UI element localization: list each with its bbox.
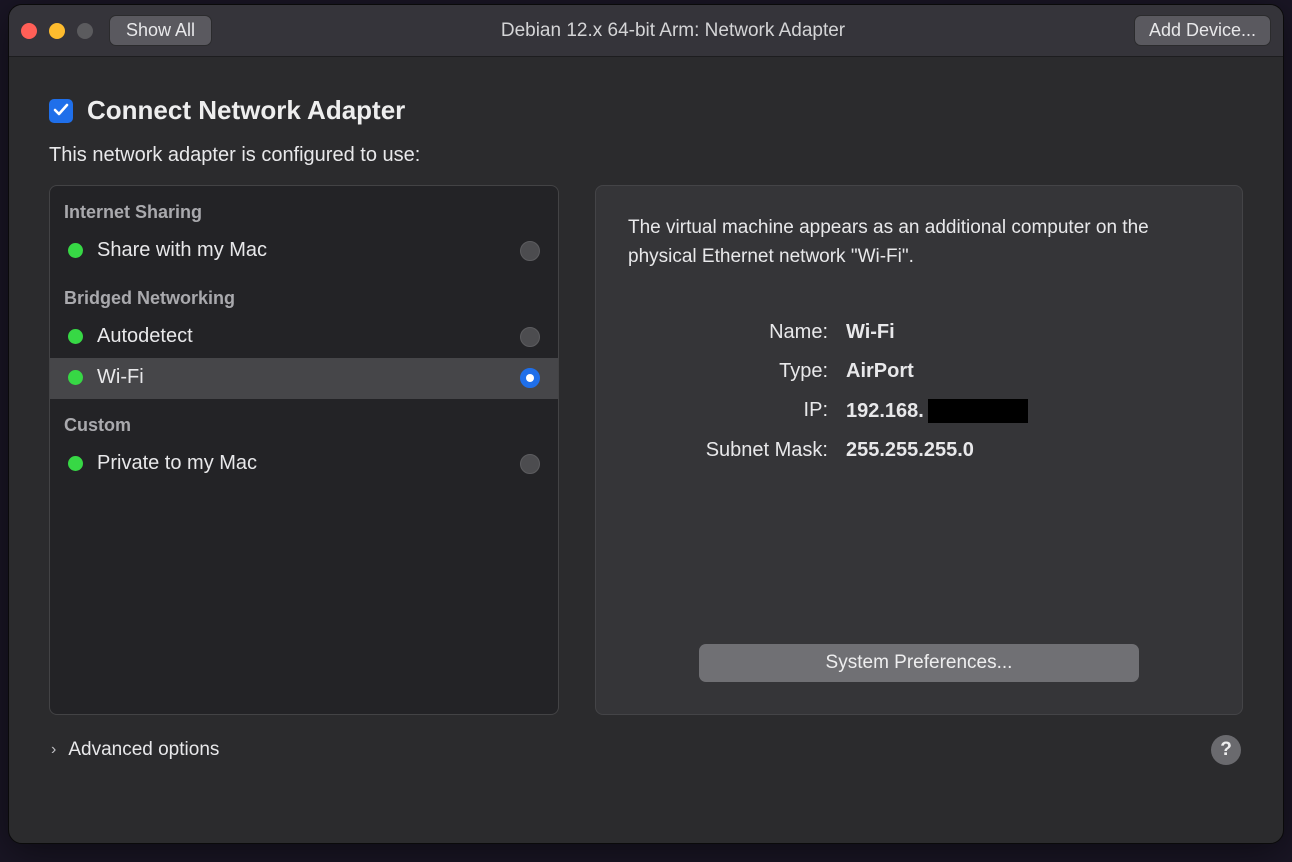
ip-value: 192.168. (846, 399, 1210, 423)
section-header-bridged: Bridged Networking (50, 272, 558, 317)
ip-prefix: 192.168. (846, 400, 924, 423)
option-label: Share with my Mac (97, 239, 506, 262)
network-mode-list: Internet Sharing Share with my Mac Bridg… (49, 185, 559, 715)
minimize-icon[interactable] (49, 23, 65, 39)
type-value: AirPort (846, 360, 1210, 383)
checkmark-icon (52, 101, 70, 119)
advanced-options-label: Advanced options (68, 739, 219, 761)
status-dot-icon (68, 456, 83, 471)
settings-window: Show All Debian 12.x 64-bit Arm: Network… (8, 4, 1284, 844)
option-wifi[interactable]: Wi-Fi (50, 358, 558, 399)
status-dot-icon (68, 243, 83, 258)
window-title: Debian 12.x 64-bit Arm: Network Adapter (222, 20, 1124, 42)
radio-autodetect[interactable] (520, 327, 540, 347)
subnet-value: 255.255.255.0 (846, 439, 1210, 462)
content-area: Connect Network Adapter This network ada… (9, 57, 1283, 789)
status-dot-icon (68, 329, 83, 344)
details-panel: The virtual machine appears as an additi… (595, 185, 1243, 715)
bottom-row: › Advanced options ? (49, 735, 1243, 765)
option-label: Wi-Fi (97, 366, 506, 389)
advanced-options-disclosure[interactable]: › Advanced options (51, 739, 219, 761)
config-subtitle: This network adapter is configured to us… (49, 144, 1243, 167)
type-label: Type: (628, 360, 828, 383)
radio-share-with-mac[interactable] (520, 241, 540, 261)
option-share-with-mac[interactable]: Share with my Mac (50, 231, 558, 272)
two-column-layout: Internet Sharing Share with my Mac Bridg… (49, 185, 1243, 715)
window-controls (21, 23, 93, 39)
section-header-internet-sharing: Internet Sharing (50, 186, 558, 231)
option-autodetect[interactable]: Autodetect (50, 317, 558, 358)
section-header-custom: Custom (50, 399, 558, 444)
radio-private-to-mac[interactable] (520, 454, 540, 474)
connect-row: Connect Network Adapter (49, 95, 1243, 126)
titlebar: Show All Debian 12.x 64-bit Arm: Network… (9, 5, 1283, 57)
add-device-button[interactable]: Add Device... (1134, 15, 1271, 46)
show-all-button[interactable]: Show All (109, 15, 212, 46)
help-button[interactable]: ? (1211, 735, 1241, 765)
connect-checkbox[interactable] (49, 99, 73, 123)
option-label: Private to my Mac (97, 452, 506, 475)
subnet-label: Subnet Mask: (628, 439, 828, 462)
option-label: Autodetect (97, 325, 506, 348)
name-label: Name: (628, 321, 828, 344)
system-preferences-button[interactable]: System Preferences... (699, 644, 1139, 682)
zoom-icon[interactable] (77, 23, 93, 39)
network-info-grid: Name: Wi-Fi Type: AirPort IP: 192.168. S… (628, 321, 1210, 462)
status-dot-icon (68, 370, 83, 385)
connect-label: Connect Network Adapter (87, 95, 405, 126)
mode-description: The virtual machine appears as an additi… (628, 214, 1210, 271)
name-value: Wi-Fi (846, 321, 1210, 344)
ip-redacted (928, 399, 1028, 423)
option-private-to-mac[interactable]: Private to my Mac (50, 444, 558, 485)
close-icon[interactable] (21, 23, 37, 39)
chevron-right-icon: › (51, 741, 56, 759)
radio-wifi[interactable] (520, 368, 540, 388)
spacer (628, 462, 1210, 644)
ip-label: IP: (628, 399, 828, 423)
